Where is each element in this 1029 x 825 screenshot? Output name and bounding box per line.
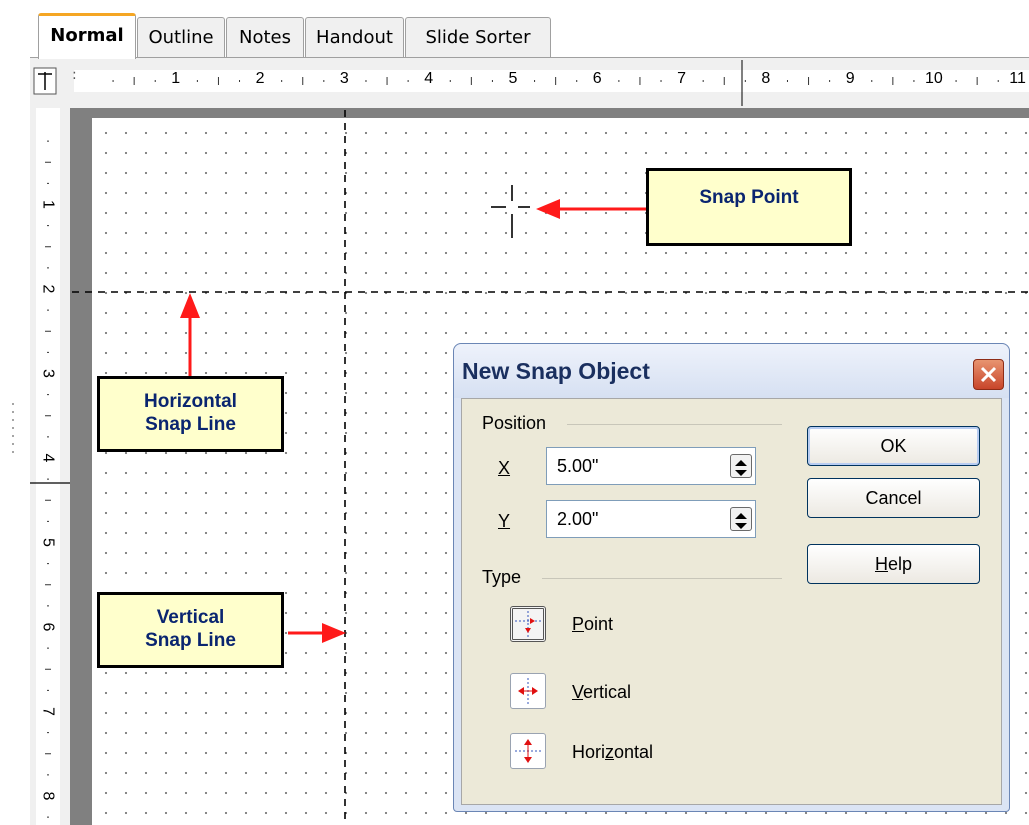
- snap-point-callout-text: Snap Point: [699, 187, 799, 208]
- snap-point-arrow: [536, 199, 650, 219]
- dialog-body: Position X 5.00" Y 2.00" Type Point Vert…: [461, 398, 1002, 805]
- vertical-snap-line-callout: Vertical Snap Line: [97, 592, 284, 668]
- x-position-field[interactable]: 5.00": [546, 447, 756, 485]
- snap-horizontal-type-label[interactable]: Horizontal: [572, 742, 653, 763]
- cancel-button[interactable]: Cancel: [807, 478, 980, 518]
- snap-horizontal-type-button[interactable]: [510, 733, 546, 769]
- y-position-field[interactable]: 2.00": [546, 500, 756, 538]
- y-position-value: 2.00": [557, 509, 599, 529]
- snap-point-type-button[interactable]: [510, 606, 546, 642]
- x-spin-button[interactable]: [730, 454, 752, 478]
- snap-point-icon: [515, 611, 541, 637]
- help-button[interactable]: Help: [807, 544, 980, 584]
- callout-text: Snap Line: [145, 414, 236, 435]
- snap-point-marker: [491, 185, 530, 238]
- tab-normal[interactable]: Normal: [38, 13, 136, 59]
- callout-text: Vertical: [156, 607, 225, 628]
- horizontal-snap-line-callout: Horizontal Snap Line: [97, 376, 284, 452]
- snap-point-type-label[interactable]: Point: [572, 614, 613, 635]
- spin-arrows-icon: [735, 460, 747, 476]
- spin-arrows-icon: [735, 513, 747, 529]
- dialog-title-bar[interactable]: New Snap Object: [454, 344, 1009, 398]
- callout-text: Snap Line: [145, 630, 236, 651]
- snap-vertical-type-button[interactable]: [510, 673, 546, 709]
- ok-button[interactable]: OK: [807, 426, 980, 466]
- close-button[interactable]: [973, 359, 1004, 390]
- dialog-title: New Snap Object: [462, 358, 650, 384]
- snap-point-callout: Snap Point: [646, 168, 852, 246]
- position-section-label: Position: [482, 413, 547, 433]
- y-label: Y: [498, 511, 511, 531]
- snap-horizontal-icon: [515, 739, 541, 763]
- type-section-label: Type: [482, 567, 522, 587]
- position-separator: [567, 424, 782, 425]
- callout-text: Horizontal: [144, 391, 237, 412]
- snap-vertical-type-label[interactable]: Vertical: [572, 682, 631, 703]
- close-icon: [980, 366, 997, 383]
- type-separator: [542, 578, 782, 579]
- vertical-line-arrow: [288, 623, 346, 643]
- x-position-value: 5.00": [557, 456, 599, 476]
- horizontal-line-arrow: [180, 293, 200, 377]
- y-spin-button[interactable]: [730, 507, 752, 531]
- new-snap-object-dialog: New Snap Object Position X 5.00" Y 2.00"…: [453, 343, 1010, 812]
- snap-vertical-icon: [518, 678, 538, 704]
- x-label: X: [498, 458, 511, 478]
